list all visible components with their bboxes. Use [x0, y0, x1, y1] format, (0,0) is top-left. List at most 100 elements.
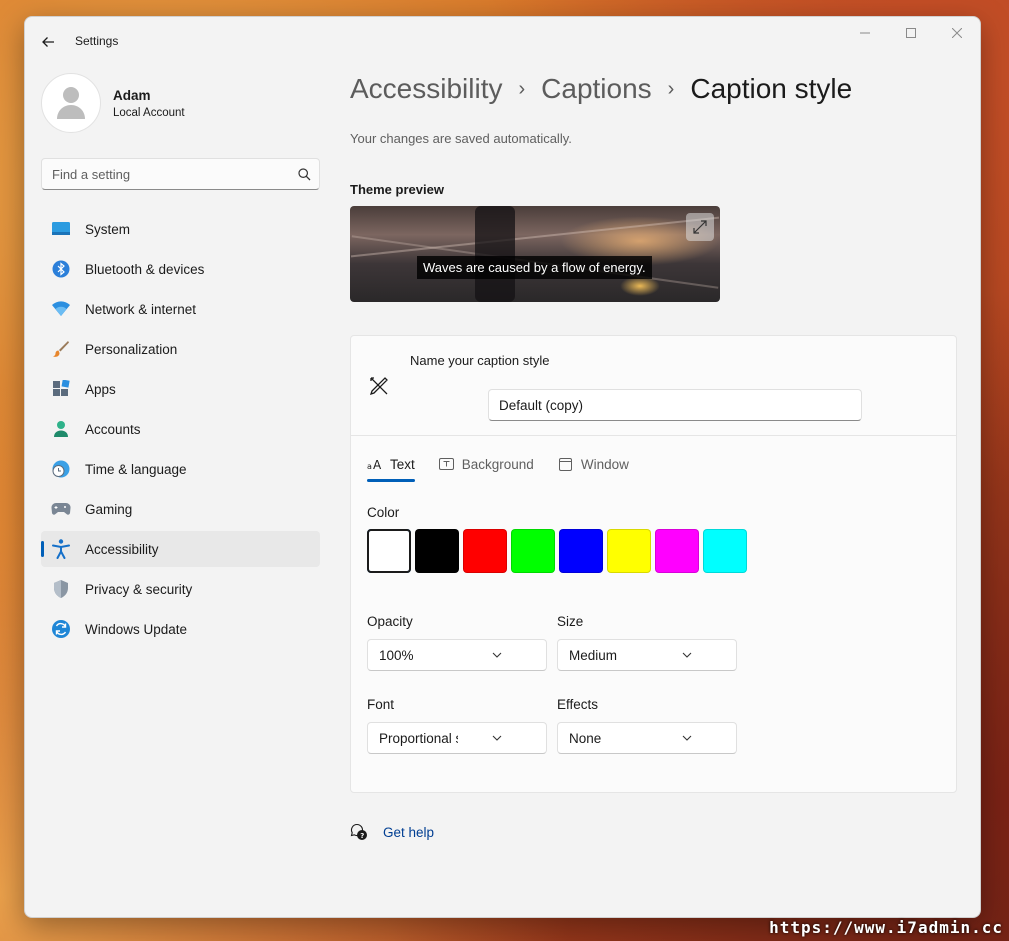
- text-background-icon: [439, 456, 455, 472]
- color-swatch-0[interactable]: [367, 529, 411, 573]
- profile-account-type: Local Account: [113, 106, 185, 119]
- caption-name-section: Name your caption style: [351, 336, 956, 436]
- sidebar-item-label: System: [85, 221, 131, 237]
- search-input[interactable]: [52, 166, 289, 182]
- sidebar-item-personalization[interactable]: Personalization: [41, 331, 320, 367]
- size-select[interactable]: Medium: [557, 639, 737, 671]
- expand-preview-button[interactable]: [686, 213, 714, 241]
- maximize-button[interactable]: [888, 17, 934, 49]
- chevron-down-icon: [648, 648, 727, 662]
- title-bar: Settings: [25, 17, 980, 65]
- breadcrumb: Accessibility › Captions › Caption style: [350, 73, 852, 105]
- accessibility-icon: [51, 539, 71, 559]
- bluetooth-icon: [51, 259, 71, 279]
- sidebar-item-apps[interactable]: Apps: [41, 371, 320, 407]
- color-swatch-6[interactable]: [655, 529, 699, 573]
- color-swatch-7[interactable]: [703, 529, 747, 573]
- color-swatch-4[interactable]: [559, 529, 603, 573]
- minimize-icon: [860, 32, 870, 34]
- color-swatch-2[interactable]: [463, 529, 507, 573]
- settings-window: Settings Adam Local Account Find a setti…: [24, 16, 981, 918]
- chevron-down-icon: [458, 731, 537, 745]
- style-tabs: aA Text Background Window: [367, 452, 653, 482]
- caption-name-label: Name your caption style: [410, 353, 550, 368]
- font-select[interactable]: Proportional sans s...: [367, 722, 547, 754]
- color-label: Color: [367, 505, 400, 520]
- theme-preview-label: Theme preview: [350, 182, 444, 197]
- brush-icon: [51, 339, 71, 359]
- sidebar-item-label: Network & internet: [85, 301, 197, 317]
- size-label: Size: [557, 614, 584, 629]
- effects-select[interactable]: None: [557, 722, 737, 754]
- text-size-icon: aA: [367, 456, 383, 472]
- window-icon: [558, 456, 574, 472]
- get-help: ? Get help: [350, 823, 434, 841]
- preview-background-light: [620, 276, 660, 296]
- maximize-icon: [906, 28, 916, 38]
- color-swatch-5[interactable]: [607, 529, 651, 573]
- apps-icon: [51, 379, 71, 399]
- sidebar-item-label: Gaming: [85, 501, 133, 517]
- avatar: [41, 73, 101, 133]
- theme-preview: Waves are caused by a flow of energy.: [350, 206, 720, 302]
- search-button[interactable]: [289, 167, 319, 181]
- sidebar-item-accessibility[interactable]: Accessibility: [41, 531, 320, 567]
- app-title: Settings: [75, 34, 119, 48]
- update-icon: [51, 619, 71, 639]
- sidebar-item-privacy-security[interactable]: Privacy & security: [41, 571, 320, 607]
- minimize-button[interactable]: [842, 17, 888, 49]
- sidebar-item-gaming[interactable]: Gaming: [41, 491, 320, 527]
- sidebar-item-windows-update[interactable]: Windows Update: [41, 611, 320, 647]
- wifi-icon: [51, 299, 71, 319]
- sidebar-item-label: Accounts: [85, 421, 141, 437]
- opacity-label: Opacity: [367, 614, 413, 629]
- tab-label: Text: [390, 456, 415, 472]
- color-swatch-3[interactable]: [511, 529, 555, 573]
- gamepad-icon: [51, 499, 71, 519]
- user-profile[interactable]: Adam Local Account: [41, 73, 185, 133]
- tab-window[interactable]: Window: [558, 452, 629, 476]
- svg-text:A: A: [373, 458, 382, 470]
- accounts-icon: [51, 419, 71, 439]
- svg-text:?: ?: [360, 832, 364, 840]
- breadcrumb-captions[interactable]: Captions: [541, 73, 652, 105]
- tab-text[interactable]: aA Text: [367, 452, 415, 482]
- color-swatch-1[interactable]: [415, 529, 459, 573]
- sidebar-item-system[interactable]: System: [41, 211, 320, 247]
- effects-value: None: [569, 730, 602, 746]
- get-help-link[interactable]: Get help: [383, 825, 434, 840]
- sidebar-item-label: Accessibility: [85, 541, 159, 557]
- sidebar-item-bluetooth[interactable]: Bluetooth & devices: [41, 251, 320, 287]
- pen-ruler-icon: [367, 374, 391, 398]
- shield-icon: [51, 579, 71, 599]
- watermark-text: https://www.i7admin.cc: [769, 918, 1003, 937]
- user-avatar-icon: [57, 87, 85, 119]
- page-title: Caption style: [690, 73, 853, 104]
- clock-globe-icon: [51, 459, 71, 479]
- close-button[interactable]: [934, 17, 980, 49]
- sidebar-nav: System Bluetooth & devices Network & int…: [41, 211, 320, 651]
- window-controls: [842, 17, 980, 49]
- chevron-down-icon: [648, 731, 727, 745]
- sidebar-item-label: Apps: [85, 381, 116, 397]
- chevron-down-icon: [458, 648, 537, 662]
- sidebar-item-network[interactable]: Network & internet: [41, 291, 320, 327]
- sidebar-item-time-language[interactable]: Time & language: [41, 451, 320, 487]
- tab-background[interactable]: Background: [439, 452, 534, 476]
- sidebar-item-label: Privacy & security: [85, 581, 193, 597]
- system-icon: [51, 219, 71, 239]
- tab-label: Window: [580, 456, 629, 472]
- opacity-select[interactable]: 100%: [367, 639, 547, 671]
- profile-name: Adam: [113, 87, 151, 103]
- chevron-right-icon: ›: [667, 77, 675, 100]
- expand-icon: [693, 220, 707, 234]
- svg-text:a: a: [367, 462, 372, 470]
- caption-style-card: Name your caption style aA Text Backgrou…: [350, 335, 957, 793]
- back-button[interactable]: [37, 31, 59, 53]
- font-value: Proportional sans s...: [379, 730, 458, 746]
- sidebar-item-accounts[interactable]: Accounts: [41, 411, 320, 447]
- breadcrumb-accessibility[interactable]: Accessibility: [350, 73, 502, 105]
- sidebar-item-label: Time & language: [85, 461, 187, 477]
- caption-name-input[interactable]: [488, 389, 862, 421]
- search-box: [41, 158, 320, 190]
